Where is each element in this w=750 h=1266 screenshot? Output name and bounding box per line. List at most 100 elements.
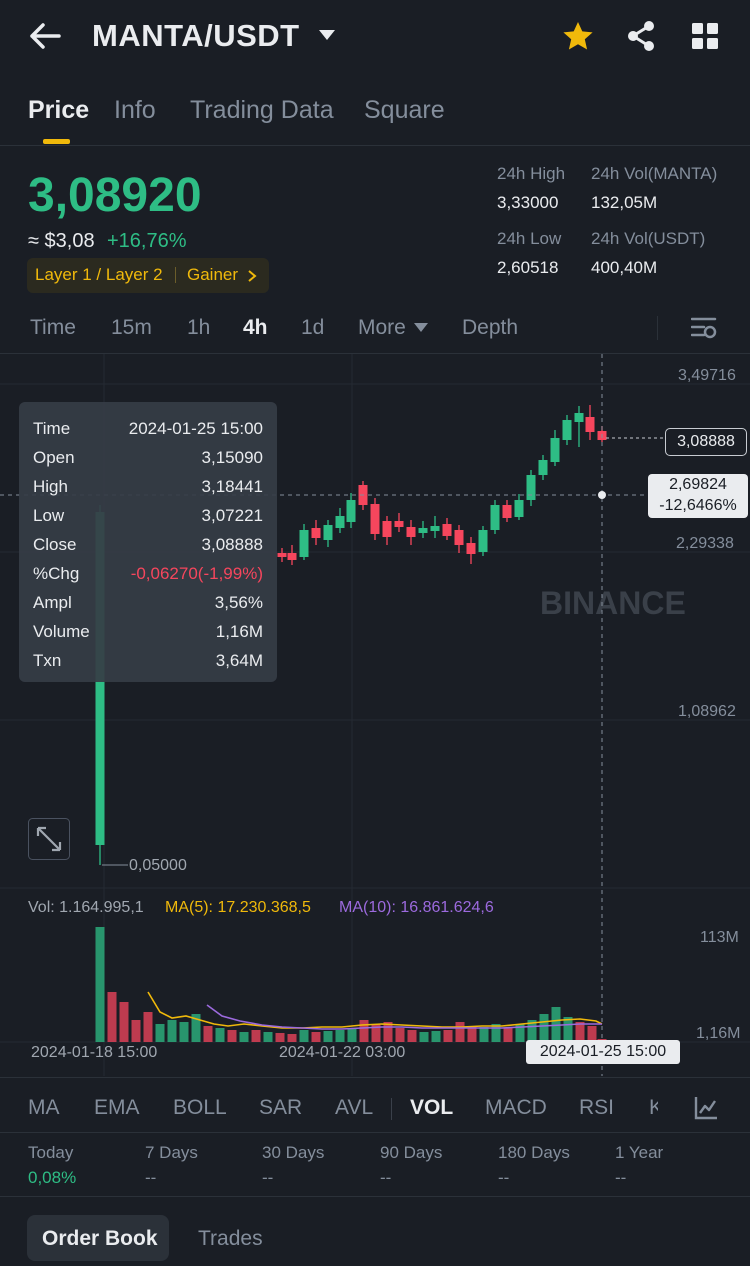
tab-info[interactable]: Info xyxy=(114,96,156,125)
candle-body xyxy=(466,543,476,554)
perf-1y-value: -- xyxy=(615,1168,627,1187)
tab-trading-data[interactable]: Trading Data xyxy=(190,96,334,125)
perf-today-value: 0,08% xyxy=(28,1168,77,1187)
indicator-macd[interactable]: MACD xyxy=(485,1096,547,1120)
last-price: 3,08920 xyxy=(28,169,202,222)
divider xyxy=(0,1196,750,1197)
x-axis-date: 2024-01-18 15:00 xyxy=(31,1044,158,1061)
pair-title[interactable]: MANTA/USDT xyxy=(92,18,300,54)
volume-bar xyxy=(203,1026,213,1042)
candle-body xyxy=(562,420,572,440)
indicator-rsi[interactable]: RSI xyxy=(579,1096,614,1120)
candle-body xyxy=(370,504,380,534)
candle-body xyxy=(490,505,500,530)
candle-body xyxy=(346,500,356,522)
ma10-value: MA(10): 16.861.624,6 xyxy=(339,899,494,916)
volume-bar xyxy=(431,1031,441,1042)
perf-today-label: Today xyxy=(28,1143,74,1162)
perf-90d-value: -- xyxy=(380,1168,392,1187)
price-change-percent: +16,76% xyxy=(107,230,187,252)
y-axis-label: 2,29338 xyxy=(676,535,734,552)
volume-bar xyxy=(239,1032,249,1042)
perf-30d-label: 30 Days xyxy=(262,1143,325,1162)
indicator-boll[interactable]: BOLL xyxy=(173,1096,227,1120)
caret-down-icon[interactable] xyxy=(318,29,336,41)
volume-bar xyxy=(359,1020,369,1042)
perf-30d-value: -- xyxy=(262,1168,274,1187)
share-icon[interactable] xyxy=(626,20,656,52)
tab-order-book[interactable]: Order Book xyxy=(42,1227,158,1251)
volume-bar xyxy=(335,1030,345,1042)
back-arrow-icon[interactable] xyxy=(28,22,62,50)
indicator-sar[interactable]: SAR xyxy=(259,1096,302,1120)
tag-gainer[interactable]: Gainer xyxy=(187,265,238,285)
crosshair-percent: -12,6466% xyxy=(659,497,737,514)
interval-more[interactable]: More xyxy=(358,316,406,340)
interval-time[interactable]: Time xyxy=(30,316,76,340)
divider xyxy=(0,145,750,146)
vol-axis-top: 113M xyxy=(700,929,739,946)
tag-layer[interactable]: Layer 1 / Layer 2 xyxy=(35,265,163,285)
expand-fullscreen-icon[interactable] xyxy=(28,818,70,860)
stat-24h-vol-base: 132,05M xyxy=(591,193,658,212)
tab-square[interactable]: Square xyxy=(364,96,445,125)
divider xyxy=(0,1077,750,1078)
candle-body xyxy=(550,438,560,462)
volume-bar xyxy=(227,1030,237,1042)
chart-settings-icon[interactable] xyxy=(691,316,717,340)
interval-15m[interactable]: 15m xyxy=(111,316,152,340)
stat-24h-vol-quote: 400,40M xyxy=(591,258,658,277)
vol-value: Vol: 1.164.995,1 xyxy=(28,899,144,916)
fiat-price: ≈ $3,08 xyxy=(28,230,95,252)
volume-bar xyxy=(407,1030,417,1042)
interval-1h[interactable]: 1h xyxy=(187,316,210,340)
volume-bar xyxy=(419,1032,429,1042)
volume-bar xyxy=(155,1024,165,1042)
y-axis-label: 1,08962 xyxy=(678,703,736,720)
indicator-chart-icon[interactable] xyxy=(694,1096,718,1120)
indicator-kdj[interactable]: K xyxy=(649,1096,658,1120)
volume-bar xyxy=(107,992,117,1042)
volume-bar xyxy=(575,1022,585,1042)
chevron-right-icon xyxy=(248,270,257,282)
volume-bar xyxy=(563,1017,573,1042)
stat-24h-low-label: 24h Low xyxy=(497,229,562,248)
volume-bar xyxy=(251,1030,261,1042)
indicator-avl[interactable]: AVL xyxy=(335,1096,373,1120)
candle-body xyxy=(585,417,595,432)
candle-body xyxy=(442,524,452,536)
candle-body xyxy=(454,530,464,545)
watermark: BINANCE xyxy=(540,585,686,621)
tag-separator xyxy=(175,267,176,283)
stat-24h-vol-base-label: 24h Vol(MANTA) xyxy=(591,164,718,183)
interval-depth[interactable]: Depth xyxy=(462,316,518,340)
stat-24h-high: 3,33000 xyxy=(497,193,559,212)
candle-body xyxy=(406,527,416,537)
volume-bars xyxy=(95,927,607,1042)
indicator-ma[interactable]: MA xyxy=(28,1096,60,1120)
candle-body xyxy=(382,521,392,537)
volume-bar xyxy=(443,1030,453,1042)
volume-bar xyxy=(167,1020,177,1042)
ma5-value: MA(5): 17.230.368,5 xyxy=(165,899,311,916)
caret-down-icon[interactable] xyxy=(413,322,429,333)
volume-bar xyxy=(455,1022,465,1042)
active-tab-indicator xyxy=(43,139,70,144)
volume-bar xyxy=(95,927,105,1042)
indicator-vol[interactable]: VOL xyxy=(410,1096,453,1120)
interval-4h[interactable]: 4h xyxy=(243,316,268,340)
perf-180d-label: 180 Days xyxy=(498,1143,570,1162)
divider xyxy=(0,1132,750,1133)
volume-bar xyxy=(299,1030,309,1042)
crosshair-date-tag: 2024-01-25 15:00 xyxy=(526,1040,680,1064)
crosshair-dot xyxy=(598,491,606,499)
tab-trades[interactable]: Trades xyxy=(198,1227,263,1251)
volume-bar xyxy=(395,1028,405,1042)
candle-body xyxy=(430,526,440,531)
interval-1d[interactable]: 1d xyxy=(301,316,324,340)
tab-price[interactable]: Price xyxy=(28,96,89,125)
star-icon[interactable] xyxy=(562,21,594,51)
grid-menu-icon[interactable] xyxy=(692,23,718,49)
indicator-ema[interactable]: EMA xyxy=(94,1096,140,1120)
min-price-label: 0,05000 xyxy=(129,857,187,874)
